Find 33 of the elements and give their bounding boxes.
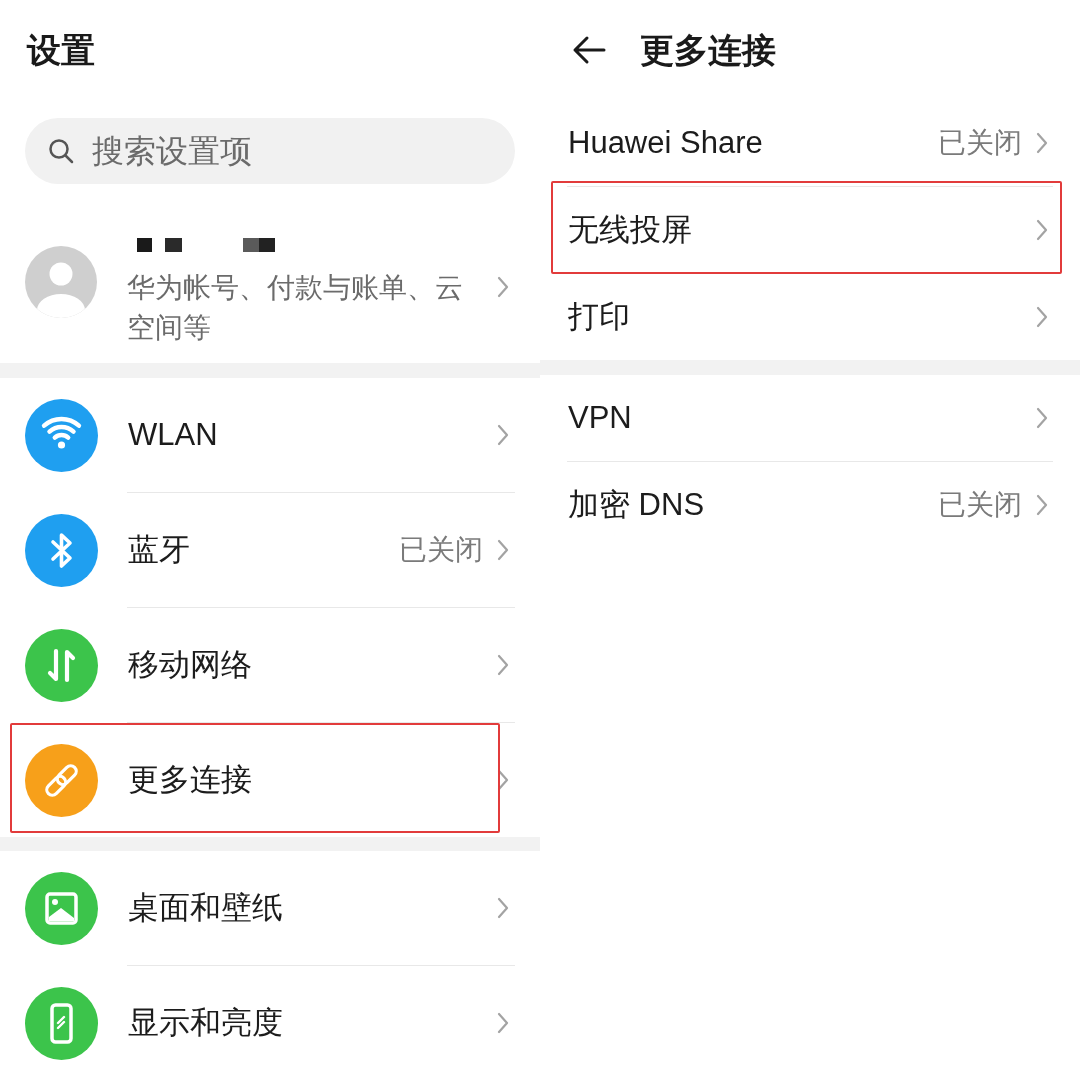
settings-item[interactable]: 桌面和壁纸	[0, 851, 540, 965]
account-item[interactable]: 华为帐号、付款与账单、云空间等	[0, 238, 540, 348]
avatar-icon	[25, 246, 97, 318]
settings-item[interactable]: 加密 DNS 已关闭	[540, 462, 1080, 548]
chevron-right-icon	[1036, 132, 1048, 154]
settings-item[interactable]: 无线投屏	[540, 187, 1080, 273]
status-text: 已关闭	[938, 126, 1022, 160]
page-title: 设置	[27, 30, 95, 71]
settings-item[interactable]: 蓝牙 已关闭	[0, 493, 540, 607]
chevron-right-icon	[1036, 407, 1048, 429]
chevron-right-icon	[497, 769, 509, 791]
chevron-right-icon	[497, 424, 509, 446]
page-title: 更多连接	[640, 30, 776, 71]
search-field[interactable]: 搜索设置项	[25, 118, 515, 184]
back-arrow-icon[interactable]	[572, 35, 606, 65]
chevron-right-icon	[1036, 306, 1048, 328]
chevron-right-icon	[1036, 219, 1048, 241]
settings-item[interactable]: Huawei Share 已关闭	[540, 100, 1080, 186]
settings-item[interactable]: 更多连接	[0, 723, 540, 837]
chevron-right-icon	[1036, 494, 1048, 516]
status-text: 已关闭	[938, 488, 1022, 522]
chevron-right-icon	[497, 654, 509, 676]
chevron-right-icon	[497, 1012, 509, 1034]
settings-item[interactable]: 显示和亮度	[0, 966, 540, 1080]
search-icon	[48, 138, 74, 164]
chevron-right-icon	[497, 276, 509, 298]
settings-item[interactable]: VPN	[540, 375, 1080, 461]
settings-item[interactable]: 移动网络	[0, 608, 540, 722]
chevron-right-icon	[497, 897, 509, 919]
chevron-right-icon	[497, 539, 509, 561]
settings-item[interactable]: 打印	[540, 274, 1080, 360]
status-text: 已关闭	[399, 533, 483, 567]
settings-item[interactable]: WLAN	[0, 378, 540, 492]
